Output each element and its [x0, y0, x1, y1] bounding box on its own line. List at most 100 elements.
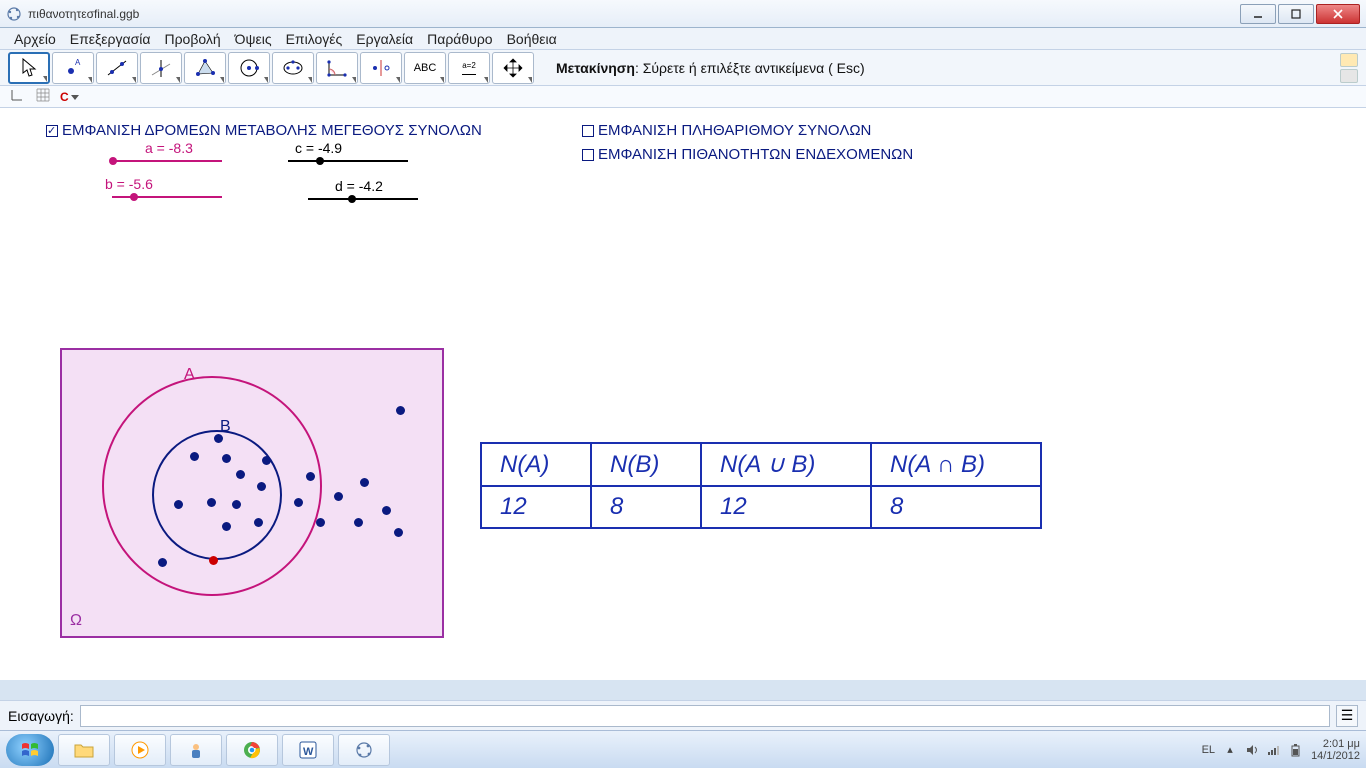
slider-b-label: b = -5.6: [105, 176, 153, 192]
menu-file[interactable]: Αρχείο: [8, 29, 62, 49]
table-header-union: N(A ∪ B): [701, 443, 871, 486]
point-capture-dropdown[interactable]: C: [60, 90, 79, 104]
tray-clock[interactable]: 2:01 μμ 14/1/2012: [1311, 738, 1360, 762]
tool-move[interactable]: [8, 52, 50, 84]
taskbar-explorer[interactable]: [58, 734, 110, 766]
taskbar-media-player[interactable]: [114, 734, 166, 766]
point[interactable]: [222, 522, 231, 531]
menu-edit[interactable]: Επεξεργασία: [64, 29, 157, 49]
checkbox-show-cardinality[interactable]: [582, 125, 594, 137]
grid-toggle-icon[interactable]: [34, 88, 52, 105]
point[interactable]: [174, 500, 183, 509]
slider-d-track[interactable]: [308, 198, 418, 200]
menu-options[interactable]: Επιλογές: [280, 29, 349, 49]
menu-tools[interactable]: Εργαλεία: [350, 29, 419, 49]
slider-b-track[interactable]: [112, 196, 222, 198]
play-icon: [130, 740, 150, 760]
point-icon: A: [61, 57, 85, 79]
tool-polygon[interactable]: [184, 52, 226, 84]
taskbar-chrome[interactable]: [226, 734, 278, 766]
word-icon: W: [298, 740, 318, 760]
point[interactable]: [222, 454, 231, 463]
menu-view[interactable]: Προβολή: [158, 29, 226, 49]
tray-language-indicator[interactable]: EL: [1202, 744, 1215, 756]
tool-text[interactable]: ABC: [404, 52, 446, 84]
slider-b-handle[interactable]: [130, 193, 138, 201]
undo-small-button[interactable]: [1340, 53, 1358, 67]
table-header-na: N(A): [481, 443, 591, 486]
tool-angle[interactable]: [316, 52, 358, 84]
point[interactable]: [207, 498, 216, 507]
input-symbols-button[interactable]: ☰: [1336, 705, 1358, 727]
tool-ellipse[interactable]: [272, 52, 314, 84]
tool-circle-center-point[interactable]: [228, 52, 270, 84]
checkbox-show-probabilities[interactable]: [582, 149, 594, 161]
checkbox-show-cardinality-label: ΕΜΦΑΝΙΣΗ ΠΛΗΘΑΡΙΘΜΟΥ ΣΥΝΟΛΩΝ: [598, 122, 871, 139]
line-through-points-icon: [105, 57, 129, 79]
tool-slider[interactable]: a=2: [448, 52, 490, 84]
toolbar-hint-title: Μετακίνηση: [556, 60, 635, 76]
menu-perspectives[interactable]: Όψεις: [229, 29, 278, 49]
venn-A-label: Α: [184, 366, 195, 384]
tray-chevron-icon[interactable]: ▴: [1223, 743, 1237, 757]
tool-perpendicular[interactable]: [140, 52, 182, 84]
axes-toggle-icon[interactable]: [8, 88, 26, 105]
point[interactable]: [306, 472, 315, 481]
graphics-view[interactable]: ΕΜΦΑΝΙΣΗ ΔΡΟΜΕΩΝ ΜΕΤΑΒΟΛΗΣ ΜΕΓΕΘΟΥΣ ΣΥΝΟ…: [0, 108, 1366, 680]
slider-a-handle[interactable]: [109, 157, 117, 165]
menu-window[interactable]: Παράθυρο: [421, 29, 498, 49]
input-bar-label: Εισαγωγή:: [8, 708, 74, 724]
point[interactable]: [316, 518, 325, 527]
table-value-inter: 8: [871, 486, 1041, 528]
point[interactable]: [214, 434, 223, 443]
venn-set-B[interactable]: [152, 430, 282, 560]
slider-c-track[interactable]: [288, 160, 408, 162]
tool-point[interactable]: A: [52, 52, 94, 84]
taskbar-app-generic[interactable]: [170, 734, 222, 766]
taskbar-word[interactable]: W: [282, 734, 334, 766]
point[interactable]: [236, 470, 245, 479]
slider-d-handle[interactable]: [348, 195, 356, 203]
tool-move-view[interactable]: [492, 52, 534, 84]
point[interactable]: [262, 456, 271, 465]
tool-line[interactable]: [96, 52, 138, 84]
main-toolbar: A ABC a=2 Μετακίνηση: Σύρετε ή επιλέξτε …: [0, 50, 1366, 86]
maximize-button[interactable]: [1278, 4, 1314, 24]
point[interactable]: [158, 558, 167, 567]
checkbox-show-sliders[interactable]: [46, 125, 58, 137]
point[interactable]: [334, 492, 343, 501]
point[interactable]: [294, 498, 303, 507]
svg-text:W: W: [303, 746, 314, 758]
input-field[interactable]: [80, 705, 1330, 727]
table-value-union: 12: [701, 486, 871, 528]
point[interactable]: [354, 518, 363, 527]
tool-reflect[interactable]: [360, 52, 402, 84]
point[interactable]: [360, 478, 369, 487]
polygon-icon: [193, 57, 217, 79]
point[interactable]: [190, 452, 199, 461]
point[interactable]: [232, 500, 241, 509]
venn-diagram[interactable]: Ω Α Β: [60, 348, 444, 638]
start-button[interactable]: [6, 734, 54, 766]
taskbar-geogebra[interactable]: [338, 734, 390, 766]
point[interactable]: [254, 518, 263, 527]
point[interactable]: [396, 406, 405, 415]
menu-bar: Αρχείο Επεξεργασία Προβολή Όψεις Επιλογέ…: [0, 28, 1366, 50]
redo-small-button[interactable]: [1340, 69, 1358, 83]
tray-date: 14/1/2012: [1311, 750, 1360, 762]
slider-c-label: c = -4.9: [295, 140, 342, 156]
minimize-button[interactable]: [1240, 4, 1276, 24]
handle-point[interactable]: [209, 556, 218, 565]
window-titlebar: πιθανοτητεσfinal.ggb: [0, 0, 1366, 28]
slider-c-handle[interactable]: [316, 157, 324, 165]
menu-help[interactable]: Βοήθεια: [501, 29, 563, 49]
tray-battery-icon[interactable]: [1289, 743, 1303, 757]
tray-volume-icon[interactable]: [1245, 743, 1259, 757]
point[interactable]: [382, 506, 391, 515]
close-button[interactable]: [1316, 4, 1360, 24]
tray-network-icon[interactable]: [1267, 743, 1281, 757]
slider-a-track[interactable]: [112, 160, 222, 162]
point[interactable]: [394, 528, 403, 537]
toolbar-hint-text: : Σύρετε ή επιλέξτε αντικείμενα ( Esc): [635, 60, 865, 76]
point[interactable]: [257, 482, 266, 491]
